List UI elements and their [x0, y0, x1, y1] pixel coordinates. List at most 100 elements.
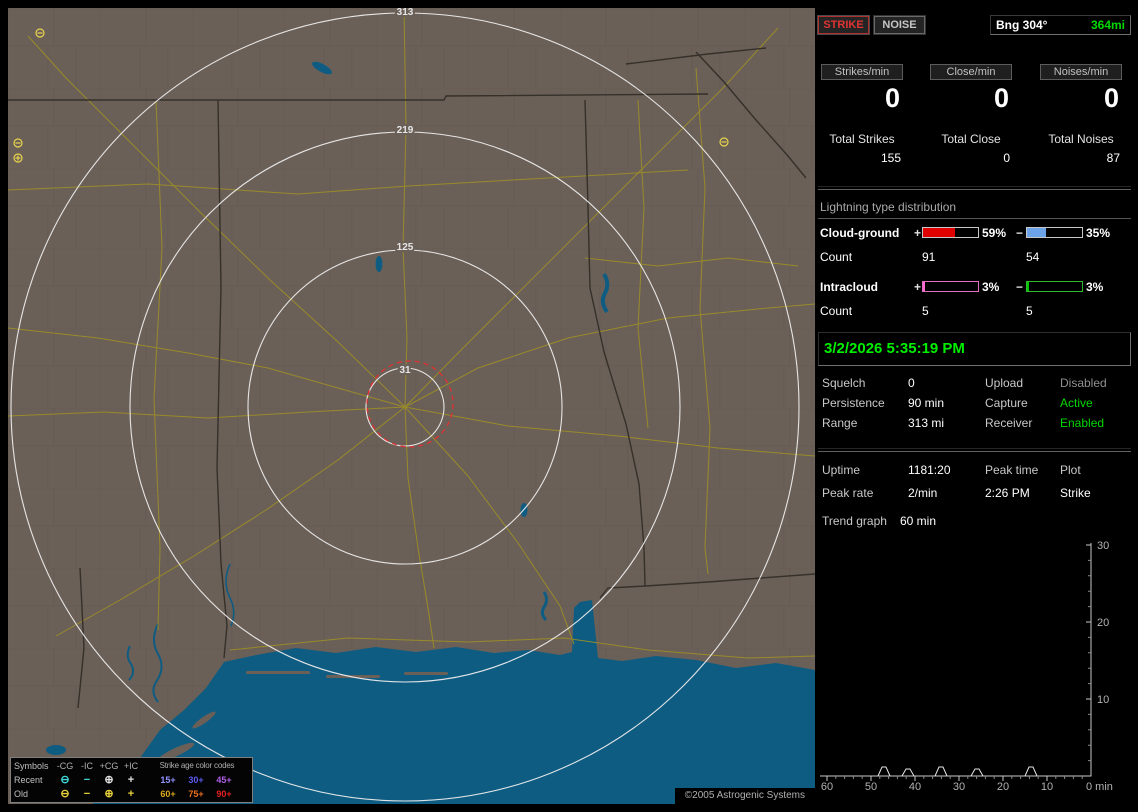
uptime-value: 1181:20	[908, 463, 951, 477]
settings-row-3: Range 313 mi Receiver Enabled	[818, 416, 1131, 431]
close-per-min-value: 0	[993, 83, 1009, 113]
pos-cg-percent: 59%	[982, 226, 1007, 240]
neg-ic-bar	[1026, 281, 1083, 292]
peak-rate-value: 2/min	[908, 486, 938, 500]
capture-label: Capture	[985, 396, 1028, 410]
graph-axes	[820, 543, 1092, 777]
pos-ic-count: 5	[922, 304, 929, 318]
legend-col-neg-cg: -CG	[56, 761, 74, 771]
trend-graph-row: Trend graph 60 min	[818, 514, 1131, 529]
squelch-value: 0	[908, 376, 915, 390]
total-noises-value: 87	[1106, 151, 1120, 165]
range-ring-label-219: 219	[397, 125, 414, 136]
peak-time-label: Peak time	[985, 463, 1039, 477]
graph-minor-ticks	[835, 559, 1091, 779]
graph-major-ticks	[826, 544, 1091, 781]
legend-col-neg-ic: -IC	[81, 761, 93, 771]
pos-cg-recent-icon: ⊕	[104, 774, 114, 786]
strikes-per-min-value: 0	[884, 83, 900, 113]
neg-cg-old-icon: ⊖	[60, 788, 70, 800]
strikes-column: Strikes/min 0 Total Strikes 155	[821, 64, 903, 165]
age-75: 75+	[188, 789, 204, 799]
y-tick-30: 30	[1097, 540, 1109, 552]
neg-ic-old-icon: −	[83, 788, 91, 800]
peak-rate-label: Peak rate	[822, 486, 874, 500]
strike-rate-spikes	[877, 766, 1038, 777]
pos-ic-recent-icon: +	[127, 774, 135, 786]
range-ring-label-31: 31	[399, 365, 411, 376]
distribution-title: Lightning type distribution	[820, 200, 957, 214]
x-tick-50: 50	[865, 781, 877, 793]
lightning-map[interactable]: 313 219 125 31 Symbols -CG -IC +CG +IC S…	[8, 8, 815, 804]
persistence-label: Persistence	[822, 396, 885, 410]
upload-status: Disabled	[1060, 376, 1107, 390]
peak-time-value: 2:26 PM	[985, 486, 1030, 500]
intracloud-row: Intracloud + 3% − 3%	[818, 280, 1131, 294]
cloud-ground-count-row: Count 91 54	[818, 250, 1131, 264]
plot-value: Strike	[1060, 486, 1091, 500]
legend-age-header: Strike age color codes	[159, 761, 235, 770]
capture-status: Active	[1060, 396, 1093, 410]
pos-cg-old-icon: ⊕	[104, 788, 114, 800]
neg-cg-percent: 35%	[1086, 226, 1111, 240]
range-ring-label-313: 313	[397, 8, 414, 18]
bearing-label: Bng 304°	[996, 18, 1048, 32]
close-column: Close/min 0 Total Close 0	[930, 64, 1012, 165]
x-tick-60: 60	[821, 781, 833, 793]
x-axis-end-label: 0 min	[1086, 781, 1113, 793]
squelch-label: Squelch	[822, 376, 866, 390]
settings-row-1: Squelch 0 Upload Disabled	[818, 376, 1131, 391]
strike-toggle-button[interactable]: STRIKE	[818, 16, 869, 34]
range-value: 313 mi	[908, 416, 945, 430]
intracloud-count-row: Count 5 5	[818, 304, 1131, 318]
neg-cg-count: 54	[1026, 250, 1040, 264]
legend-recent-row: Recent ⊖ − ⊕ + 15+ 30+ 45+	[11, 773, 252, 787]
age-45: 45+	[216, 775, 232, 785]
noises-column: Noises/min 0 Total Noises 87	[1040, 64, 1122, 165]
x-tick-30: 30	[953, 781, 965, 793]
status-panel: STRIKE NOISE Bng 304° 364mi Strikes/min …	[818, 8, 1131, 804]
total-strikes-value: 155	[880, 151, 901, 165]
settings-row-2: Persistence 90 min Capture Active	[818, 396, 1131, 411]
plus-sign: +	[914, 226, 922, 240]
plus-sign: +	[914, 280, 922, 294]
legend-symbols-header: Symbols	[14, 761, 49, 771]
pos-ic-old-icon: +	[127, 788, 135, 800]
neg-ic-percent: 3%	[1086, 280, 1104, 294]
uptime-label: Uptime	[822, 463, 861, 477]
total-strikes-label: Total Strikes	[829, 132, 895, 146]
pos-cg-count: 91	[922, 250, 936, 264]
minus-sign: −	[1016, 280, 1024, 294]
datetime-text: 3/2/2026 5:35:19 PM	[824, 340, 965, 357]
neg-ic-count: 5	[1026, 304, 1033, 318]
legend-old-label: Old	[14, 789, 29, 799]
plot-label: Plot	[1060, 463, 1081, 477]
strikes-per-min-header: Strikes/min	[821, 64, 903, 80]
pos-cg-bar	[922, 227, 979, 238]
minus-sign: −	[1016, 226, 1024, 240]
neg-ic-recent-icon: −	[83, 774, 91, 786]
bearing-display: Bng 304° 364mi	[990, 15, 1131, 35]
trend-graph-value: 60 min	[900, 514, 937, 528]
legend-header-row: Symbols -CG -IC +CG +IC Strike age color…	[11, 759, 252, 773]
range-ring-label-125: 125	[397, 242, 414, 253]
age-30: 30+	[188, 775, 204, 785]
total-close-label: Total Close	[941, 132, 1001, 146]
age-60: 60+	[160, 789, 176, 799]
noises-per-min-header: Noises/min	[1040, 64, 1122, 80]
x-tick-10: 10	[1041, 781, 1053, 793]
divider	[818, 218, 1131, 219]
x-tick-20: 20	[997, 781, 1009, 793]
bearing-range-value: 364mi	[1090, 18, 1125, 32]
map-legend: Symbols -CG -IC +CG +IC Strike age color…	[10, 757, 253, 803]
noise-toggle-button[interactable]: NOISE	[874, 16, 925, 34]
upload-label: Upload	[985, 376, 1024, 390]
neg-cg-recent-icon: ⊖	[60, 774, 70, 786]
neg-cg-bar	[1026, 227, 1083, 238]
noises-per-min-value: 0	[1103, 83, 1119, 113]
persistence-value: 90 min	[908, 396, 945, 410]
trend-graph: 30 20 10 60 50 40 30 20 10 0 min	[820, 540, 1113, 793]
trend-graph-label: Trend graph	[822, 514, 887, 528]
datetime-display: 3/2/2026 5:35:19 PM	[818, 332, 1131, 366]
y-tick-20: 20	[1097, 617, 1109, 629]
